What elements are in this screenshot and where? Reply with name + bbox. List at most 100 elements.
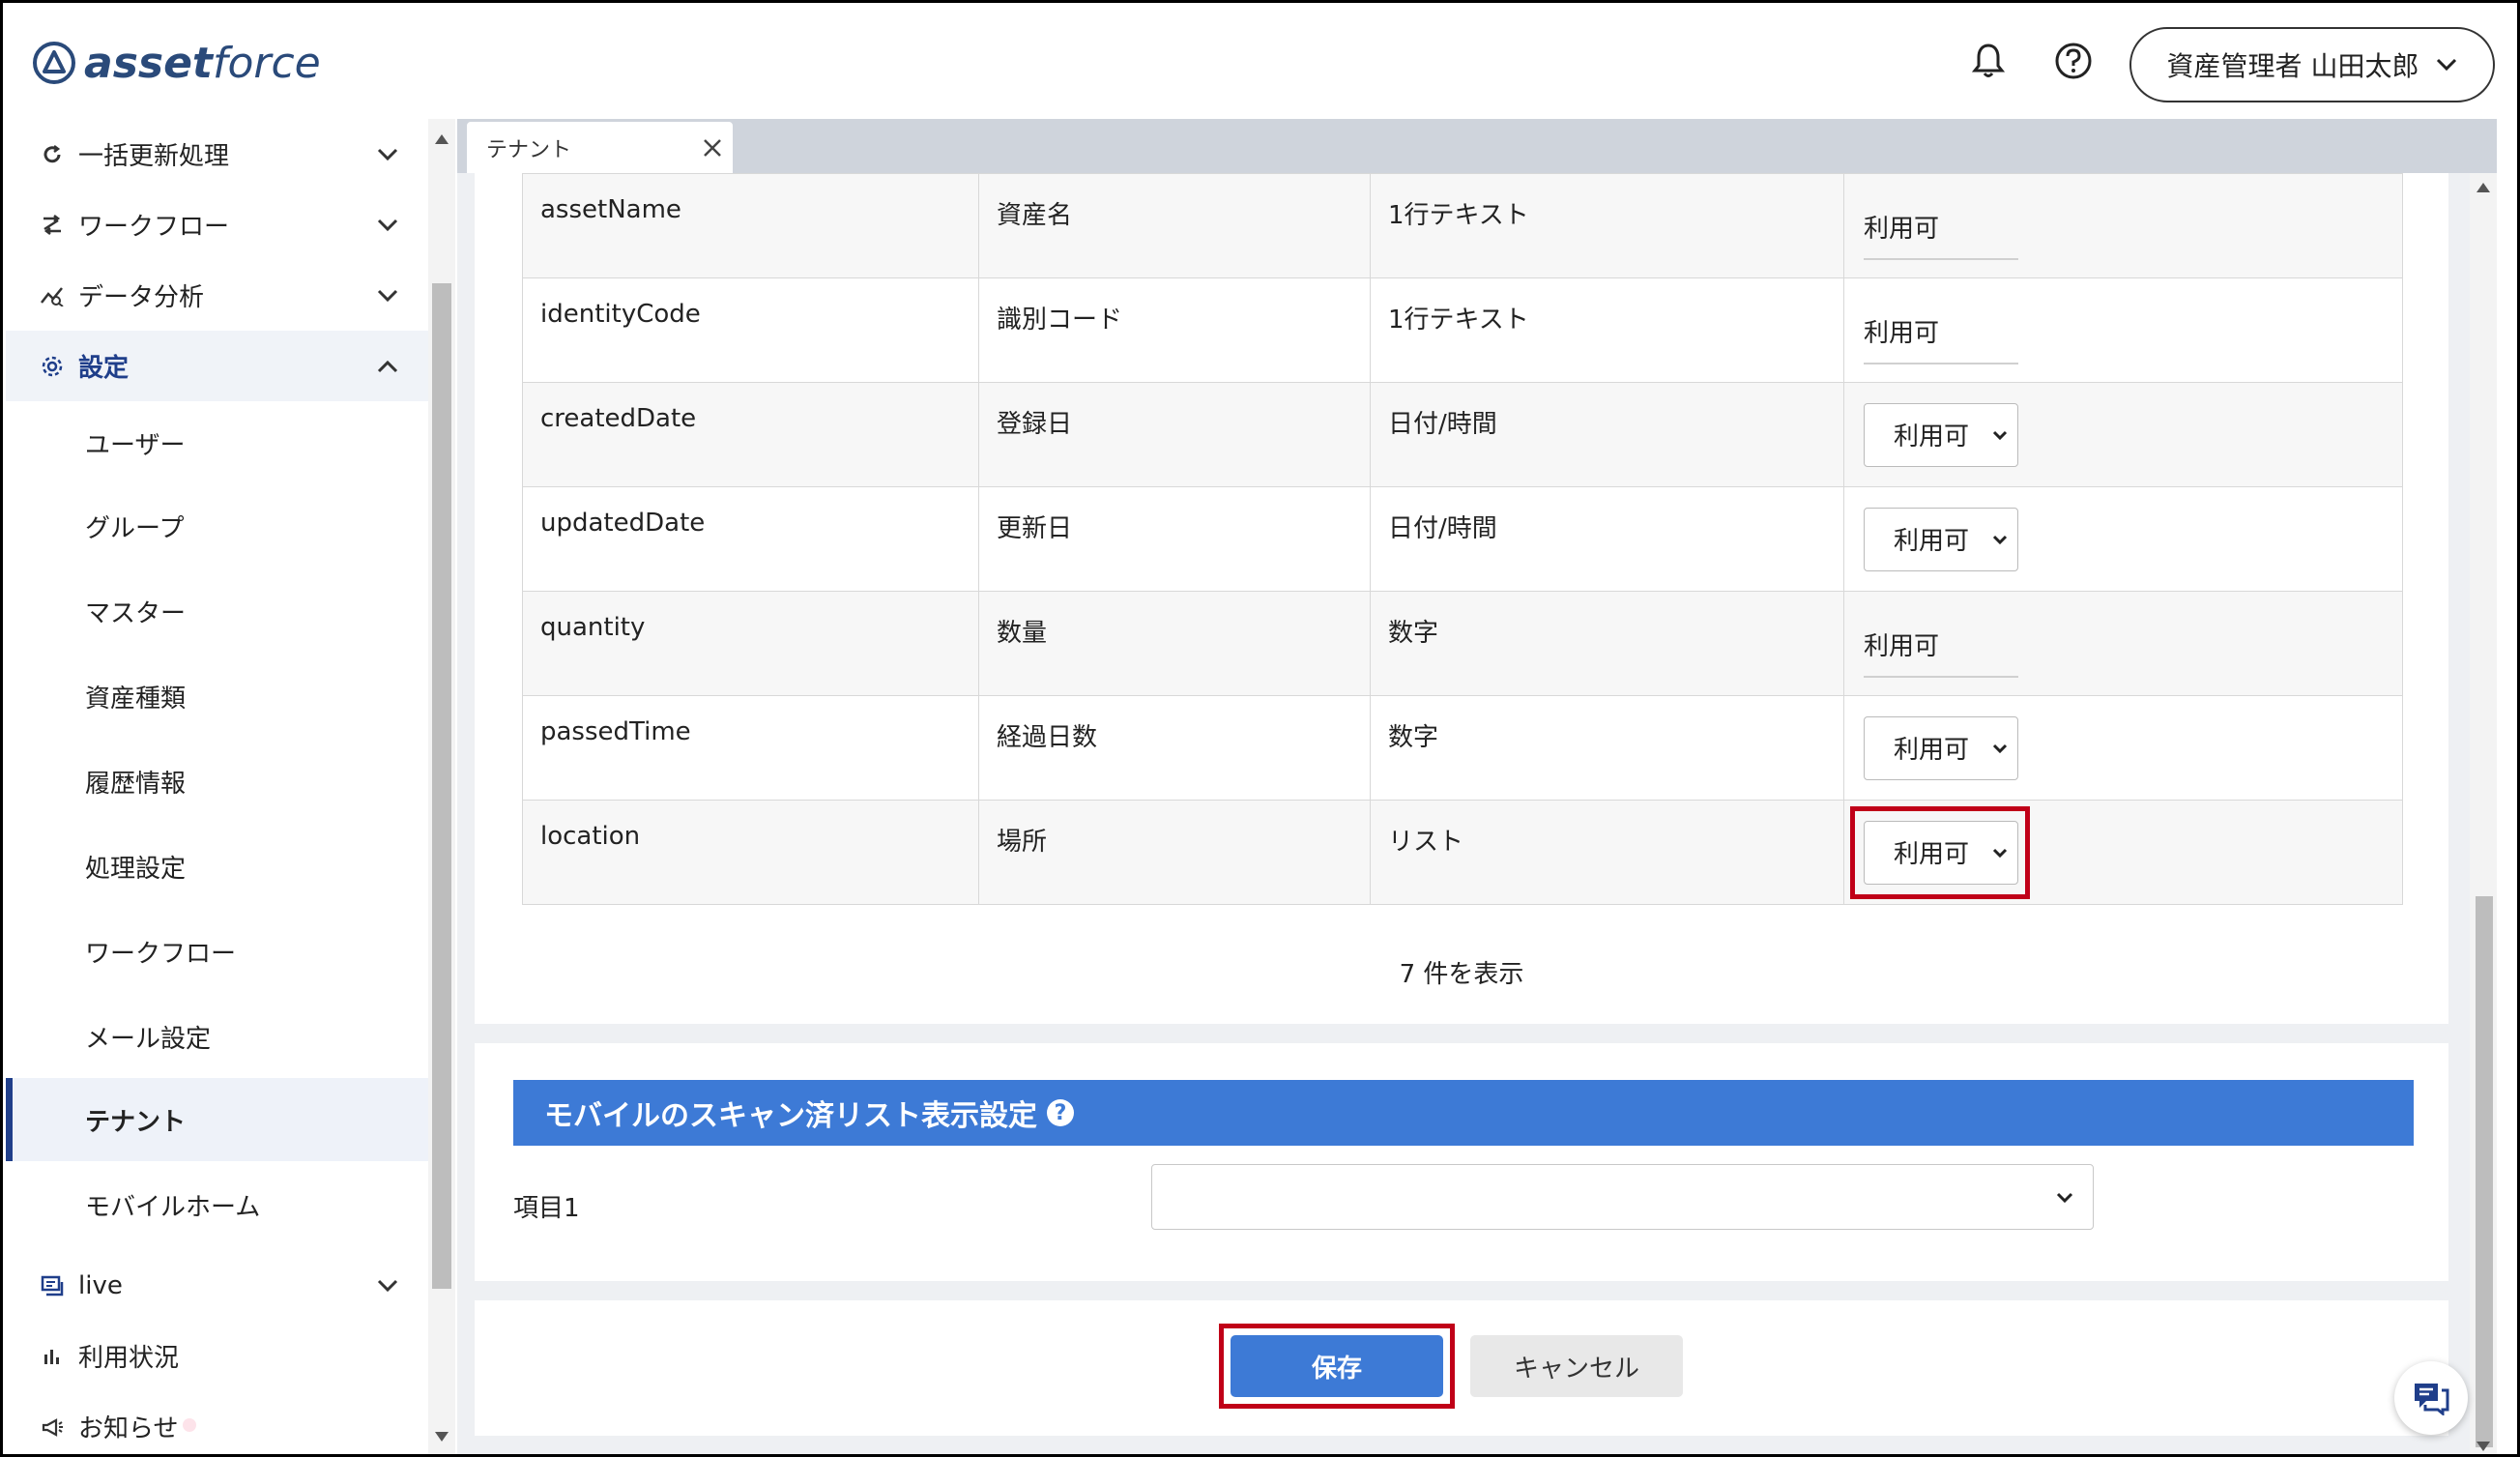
live-icon bbox=[37, 1270, 68, 1301]
help-icon[interactable] bbox=[2050, 38, 2097, 84]
sidebar-subitem-processing[interactable]: 処理設定 bbox=[6, 825, 428, 908]
sidebar-subitem-label: グループ bbox=[85, 513, 185, 543]
fields-card: assetName 資産名 1行テキスト 利用可 identityCode 識別… bbox=[475, 173, 2448, 1024]
field-availability-cell: 利用可 bbox=[1843, 695, 2403, 801]
chevron-down-icon bbox=[373, 281, 402, 310]
table-row: createdDate 登録日 日付/時間 利用可 bbox=[522, 382, 2403, 487]
megaphone-icon bbox=[37, 1412, 68, 1442]
sidebar-item-usage[interactable]: 利用状況 bbox=[6, 1321, 428, 1391]
sidebar: 一括更新処理 ワークフロー データ分析 設定 ユーザー グループ マスター 資産… bbox=[6, 119, 428, 1454]
field-availability-text: 利用可 bbox=[1864, 609, 2018, 678]
section-title: モバイルのスキャン済リスト表示設定 bbox=[544, 1099, 1037, 1133]
field-name: 識別コード bbox=[978, 277, 1371, 383]
workflow-icon bbox=[37, 210, 68, 241]
refresh-icon bbox=[37, 139, 68, 170]
sidebar-subitem-label: 資産種類 bbox=[85, 684, 187, 714]
sidebar-item-live[interactable]: live bbox=[6, 1250, 428, 1321]
field-label: 項目1 bbox=[513, 1194, 580, 1223]
sidebar-subitem-label: ユーザー bbox=[85, 430, 186, 460]
table-row: passedTime 経過日数 数字 利用可 bbox=[522, 695, 2403, 801]
sidebar-item-label: 利用状況 bbox=[78, 1344, 180, 1373]
chevron-down-icon bbox=[373, 1271, 402, 1300]
field-availability-text: 利用可 bbox=[1864, 296, 2018, 364]
sidebar-subitem-asset-types[interactable]: 資産種類 bbox=[6, 655, 428, 738]
field-availability-cell: 利用可 bbox=[1843, 277, 2403, 383]
table-row: location 場所 リスト 利用可 bbox=[522, 800, 2403, 905]
scroll-down-arrow[interactable] bbox=[435, 1432, 449, 1442]
highlight-box bbox=[1850, 806, 2030, 899]
scroll-down-arrow[interactable] bbox=[2477, 1442, 2490, 1451]
sidebar-subitem-tenant[interactable]: テナント bbox=[6, 1078, 428, 1161]
field-key: quantity bbox=[522, 591, 979, 696]
sidebar-item-bulk-update[interactable]: 一括更新処理 bbox=[6, 119, 428, 189]
field-type: 日付/時間 bbox=[1370, 486, 1844, 592]
sidebar-item-settings[interactable]: 設定 bbox=[6, 331, 428, 401]
field-key: assetName bbox=[522, 173, 979, 278]
sidebar-subitem-label: ワークフロー bbox=[85, 939, 237, 969]
item1-select[interactable] bbox=[1151, 1164, 2094, 1230]
sidebar-subitem-master[interactable]: マスター bbox=[6, 569, 428, 653]
sidebar-item-label: live bbox=[78, 1270, 123, 1300]
chevron-down-icon bbox=[1992, 743, 2008, 753]
table-row: updatedDate 更新日 日付/時間 利用可 bbox=[522, 486, 2403, 592]
sidebar-subitem-workflow[interactable]: ワークフロー bbox=[6, 910, 428, 993]
field-key: passedTime bbox=[522, 695, 979, 801]
sidebar-subitem-history[interactable]: 履歴情報 bbox=[6, 740, 428, 823]
field-type: 数字 bbox=[1370, 695, 1844, 801]
tab-bar: テナント bbox=[457, 119, 2497, 173]
sidebar-subitem-mail[interactable]: メール設定 bbox=[6, 995, 428, 1078]
table-row: assetName 資産名 1行テキスト 利用可 bbox=[522, 173, 2403, 278]
sidebar-subitem-mobile-home[interactable]: モバイルホーム bbox=[6, 1163, 428, 1246]
sidebar-scrollbar-thumb[interactable] bbox=[432, 283, 451, 1289]
field-availability-cell: 利用可 bbox=[1843, 800, 2403, 905]
logo-icon bbox=[33, 42, 75, 84]
gear-icon bbox=[37, 351, 68, 382]
help-icon[interactable]: ? bbox=[1047, 1099, 1074, 1126]
field-name: 場所 bbox=[978, 800, 1371, 905]
sidebar-subitem-label: テナント bbox=[85, 1107, 187, 1137]
logo[interactable]: assetforce bbox=[32, 34, 321, 92]
close-icon[interactable] bbox=[701, 136, 724, 160]
chevron-down-icon bbox=[2437, 58, 2457, 72]
bell-icon[interactable] bbox=[1965, 38, 2012, 84]
field-availability-cell: 利用可 bbox=[1843, 382, 2403, 487]
app-window: assetforce 資産管理者 山田太郎 一括更新処理 ワークフロー データ分… bbox=[0, 0, 2520, 1457]
sidebar-subitem-label: モバイルホーム bbox=[85, 1192, 261, 1222]
field-availability-cell: 利用可 bbox=[1843, 486, 2403, 592]
field-type: 日付/時間 bbox=[1370, 382, 1844, 487]
field-type: リスト bbox=[1370, 800, 1844, 905]
user-menu-button[interactable]: 資産管理者 山田太郎 bbox=[2129, 27, 2495, 102]
availability-select[interactable]: 利用可 bbox=[1864, 507, 2018, 571]
scroll-up-arrow[interactable] bbox=[435, 134, 449, 144]
chat-button[interactable] bbox=[2394, 1361, 2468, 1435]
sidebar-subitem-groups[interactable]: グループ bbox=[6, 484, 428, 568]
analytics-icon bbox=[37, 280, 68, 311]
sidebar-item-data-analysis[interactable]: データ分析 bbox=[6, 260, 428, 331]
availability-select-value: 利用可 bbox=[1894, 423, 1970, 452]
sidebar-item-label: 一括更新処理 bbox=[78, 142, 230, 171]
field-name: 登録日 bbox=[978, 382, 1371, 487]
field-name: 更新日 bbox=[978, 486, 1371, 592]
sidebar-item-workflow[interactable]: ワークフロー bbox=[6, 189, 428, 260]
field-name: 資産名 bbox=[978, 173, 1371, 278]
sidebar-item-label: お知らせ bbox=[78, 1414, 179, 1443]
sidebar-item-label: 設定 bbox=[78, 354, 130, 383]
field-key: location bbox=[522, 800, 979, 905]
sidebar-subitem-label: メール設定 bbox=[85, 1024, 212, 1054]
table-row: identityCode 識別コード 1行テキスト 利用可 bbox=[522, 277, 2403, 383]
sidebar-item-notices[interactable]: お知らせ bbox=[6, 1391, 428, 1454]
tab-tenant[interactable]: テナント bbox=[467, 122, 733, 173]
sidebar-item-label: ワークフロー bbox=[78, 213, 230, 242]
main-scrollbar[interactable] bbox=[2470, 173, 2497, 1454]
availability-select[interactable]: 利用可 bbox=[1864, 715, 2018, 780]
availability-select-value: 利用可 bbox=[1894, 527, 1970, 556]
scroll-up-arrow[interactable] bbox=[2477, 183, 2490, 192]
sidebar-subitem-users[interactable]: ユーザー bbox=[6, 401, 428, 484]
chat-icon bbox=[2415, 1384, 2449, 1415]
cancel-button[interactable]: キャンセル bbox=[1470, 1335, 1683, 1397]
availability-select[interactable]: 利用可 bbox=[1864, 402, 2018, 467]
field-name: 経過日数 bbox=[978, 695, 1371, 801]
sidebar-scrollbar[interactable] bbox=[428, 119, 455, 1454]
chevron-up-icon bbox=[373, 352, 402, 381]
main-scrollbar-thumb[interactable] bbox=[2476, 896, 2493, 1447]
